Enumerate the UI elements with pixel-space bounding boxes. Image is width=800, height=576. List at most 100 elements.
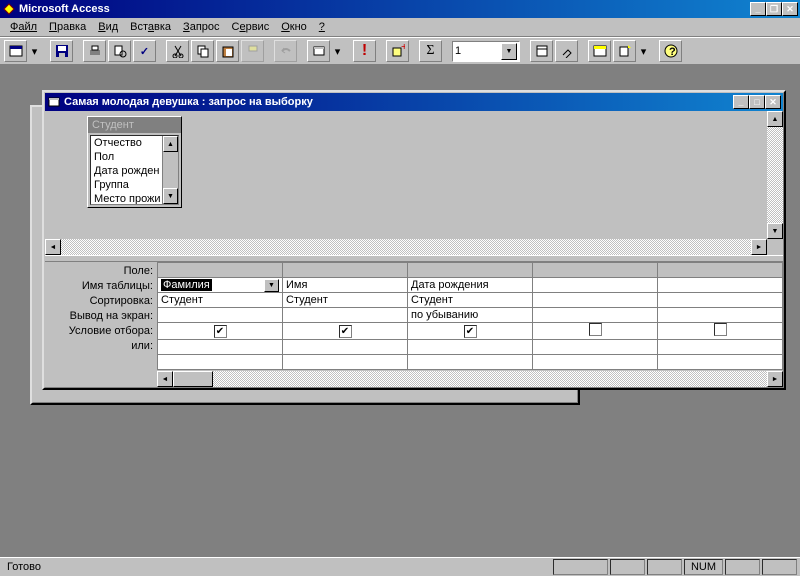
cell-table[interactable]: Студент [408, 293, 533, 308]
view-dropdown[interactable]: ▾ [29, 40, 40, 62]
app-title: Microsoft Access [19, 3, 750, 15]
menubar: Файл Правка Вид Вставка Запрос Сервис Ок… [0, 18, 800, 37]
cell-or[interactable] [158, 355, 283, 370]
database-window-button[interactable] [588, 40, 611, 62]
properties-button[interactable] [530, 40, 553, 62]
run-button[interactable]: ! [353, 40, 376, 62]
cell-sort[interactable] [158, 308, 283, 323]
cell-show[interactable]: ✔ [408, 323, 533, 340]
top-values-combo[interactable]: 1▼ [452, 41, 520, 62]
menu-edit[interactable]: Правка [43, 19, 92, 35]
row-field: Фамилия▼ Имя Дата рождения [158, 278, 783, 293]
copy-button[interactable] [191, 40, 214, 62]
menu-window[interactable]: Окно [275, 19, 313, 35]
row-sort: по убыванию [158, 308, 783, 323]
view-button[interactable] [4, 40, 27, 62]
checkbox-icon: ✔ [339, 325, 352, 338]
cell-field[interactable]: Фамилия▼ [158, 278, 283, 293]
label-or: или: [45, 339, 157, 354]
cell-table[interactable] [658, 293, 783, 308]
cell-field[interactable] [658, 278, 783, 293]
cell-field[interactable]: Дата рождения [408, 278, 533, 293]
menu-help[interactable]: ? [313, 19, 331, 35]
new-object-button[interactable] [613, 40, 636, 62]
cell-table[interactable] [533, 293, 658, 308]
save-button[interactable] [50, 40, 73, 62]
cell-show[interactable]: ✔ [158, 323, 283, 340]
top-hscrollbar[interactable]: ◄► [45, 239, 783, 255]
close-button[interactable]: ✕ [782, 2, 798, 16]
design-grid: Поле: Имя таблицы: Сортировка: Вывод на … [45, 262, 783, 387]
menu-tools[interactable]: Сервис [226, 19, 276, 35]
query-minimize-button[interactable]: _ [733, 95, 749, 109]
cell-show[interactable]: ✔ [283, 323, 408, 340]
cell-sort[interactable]: по убыванию [408, 308, 533, 323]
query-title: Самая молодая девушка : запрос на выборк… [64, 96, 733, 108]
querytype-button[interactable] [307, 40, 330, 62]
access-icon [2, 2, 16, 16]
pane-splitter[interactable] [45, 255, 783, 262]
row-table: Студент Студент Студент [158, 293, 783, 308]
cell-sort[interactable] [658, 308, 783, 323]
grid-table: Фамилия▼ Имя Дата рождения Студент Студе… [157, 262, 783, 370]
cell-sort[interactable] [283, 308, 408, 323]
cell-field[interactable]: Имя [283, 278, 408, 293]
fieldlist-scrollbar[interactable]: ▲▼ [162, 136, 178, 204]
menu-insert[interactable]: Вставка [124, 19, 177, 35]
help-button[interactable]: ? [659, 40, 682, 62]
query-close-button[interactable]: ✕ [765, 95, 781, 109]
undo-button[interactable] [274, 40, 297, 62]
new-object-dropdown[interactable]: ▾ [638, 40, 649, 62]
restore-button[interactable]: ❐ [766, 2, 782, 16]
preview-button[interactable] [108, 40, 131, 62]
build-button[interactable] [555, 40, 578, 62]
cell-table[interactable]: Студент [283, 293, 408, 308]
table-header[interactable]: Студент [88, 117, 181, 133]
col-selector[interactable] [283, 263, 408, 278]
cell-show[interactable] [533, 323, 658, 340]
menu-view[interactable]: Вид [92, 19, 124, 35]
menu-query[interactable]: Запрос [177, 19, 225, 35]
status-num: NUM [684, 559, 723, 575]
spelling-button[interactable]: ✓ [133, 40, 156, 62]
row-labels: Поле: Имя таблицы: Сортировка: Вывод на … [45, 262, 157, 387]
query-titlebar[interactable]: Самая молодая девушка : запрос на выборк… [45, 93, 783, 111]
format-painter-button[interactable] [241, 40, 264, 62]
app-titlebar: Microsoft Access _ ❐ ✕ [0, 0, 800, 18]
col-selector[interactable] [408, 263, 533, 278]
workspace: Самая молодая девушка : запрос на выборк… [0, 65, 800, 557]
cell-table[interactable]: Студент [158, 293, 283, 308]
label-criteria: Условие отбора: [45, 324, 157, 339]
status-cell [647, 559, 682, 575]
menu-file[interactable]: Файл [4, 19, 43, 35]
col-selector[interactable] [658, 263, 783, 278]
cut-button[interactable] [166, 40, 189, 62]
field-dropdown-icon[interactable]: ▼ [264, 279, 279, 292]
query-maximize-button[interactable]: □ [749, 95, 765, 109]
tables-pane[interactable]: Студент Отчество Пол Дата рожден Группа … [45, 111, 767, 239]
label-show: Вывод на экран: [45, 309, 157, 324]
top-vscrollbar[interactable]: ▲▼ [767, 111, 783, 239]
paste-button[interactable] [216, 40, 239, 62]
print-button[interactable] [83, 40, 106, 62]
querytype-dropdown[interactable]: ▾ [332, 40, 343, 62]
col-selector[interactable] [158, 263, 283, 278]
col-selector[interactable] [533, 263, 658, 278]
statusbar: Готово NUM [0, 557, 800, 576]
checkbox-icon: ✔ [214, 325, 227, 338]
totals-button[interactable]: Σ [419, 40, 442, 62]
query-icon [47, 95, 61, 109]
status-text: Готово [3, 560, 551, 574]
row-or [158, 355, 783, 370]
show-table-button[interactable]: + [386, 40, 409, 62]
grid-hscrollbar[interactable]: ◄► [157, 371, 783, 387]
checkbox-icon [714, 323, 727, 336]
cell-sort[interactable] [533, 308, 658, 323]
cell-field[interactable] [533, 278, 658, 293]
cell-criteria[interactable] [158, 340, 283, 355]
status-cell [610, 559, 645, 575]
query-design-window[interactable]: Самая молодая девушка : запрос на выборк… [42, 90, 786, 390]
table-student[interactable]: Студент Отчество Пол Дата рожден Группа … [87, 116, 182, 208]
minimize-button[interactable]: _ [750, 2, 766, 16]
cell-show[interactable] [658, 323, 783, 340]
